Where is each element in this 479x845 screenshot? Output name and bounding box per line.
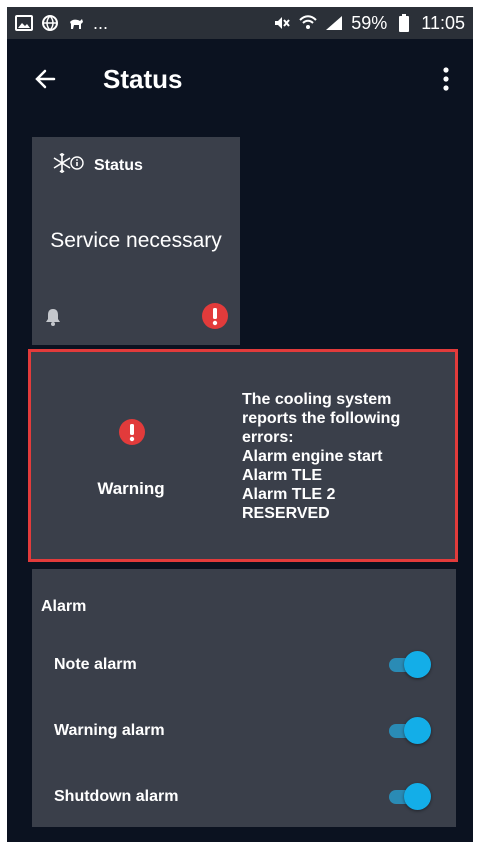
- overflow-menu-button[interactable]: [431, 59, 461, 99]
- warning-alert-icon: [118, 418, 146, 451]
- warning-line: RESERVED: [242, 505, 330, 522]
- clock: 11:05: [421, 12, 465, 33]
- page-title: Status: [103, 63, 183, 94]
- alarm-row-label: Note alarm: [54, 656, 137, 673]
- snowflake-info-icon: [52, 151, 86, 180]
- wifi-globe-icon: [41, 14, 59, 32]
- battery-icon: [395, 14, 413, 32]
- status-bar-ellipsis: ...: [93, 12, 109, 33]
- warning-line: The cooling system: [242, 391, 392, 408]
- warning-panel: Warning The cooling system reports the f…: [28, 349, 458, 562]
- bell-icon: [45, 308, 61, 331]
- warning-line: Alarm engine start: [242, 448, 383, 465]
- note-alarm-toggle[interactable]: [389, 651, 431, 679]
- alarm-section: Alarm Note alarm Warning alarm Shutdown …: [32, 569, 456, 827]
- app-bar: Status: [7, 39, 473, 119]
- back-arrow-icon: [35, 69, 56, 89]
- alarm-row-label: Shutdown alarm: [54, 788, 179, 805]
- toggle-thumb: [404, 651, 431, 678]
- alarm-row-shutdown: Shutdown alarm: [32, 777, 456, 817]
- warning-line: Alarm TLE: [242, 467, 323, 484]
- warning-alarm-toggle[interactable]: [389, 717, 431, 745]
- app-screen: ... 59% 11:05 Status Status Service nece…: [7, 7, 473, 842]
- signal-icon: [325, 14, 343, 32]
- warning-line: Alarm TLE 2: [242, 486, 336, 503]
- back-button[interactable]: [25, 59, 65, 99]
- alarm-row-note: Note alarm: [32, 645, 456, 685]
- warning-indicator: Warning: [31, 352, 231, 559]
- alarm-row-warning: Warning alarm: [32, 711, 456, 751]
- status-card-message: Service necessary: [50, 229, 222, 252]
- mute-icon: [273, 14, 291, 32]
- status-bar-left: ...: [15, 13, 108, 34]
- status-card-title: Status: [94, 156, 143, 174]
- alert-icon: [201, 302, 229, 335]
- shutdown-alarm-toggle[interactable]: [389, 783, 431, 811]
- animal-icon: [67, 14, 85, 32]
- toggle-thumb: [404, 783, 431, 810]
- status-bar: ... 59% 11:05: [7, 7, 473, 39]
- warning-line: reports the following: [242, 410, 401, 427]
- more-vert-icon: [443, 67, 449, 91]
- warning-message: The cooling system reports the following…: [242, 390, 452, 523]
- toggle-thumb: [404, 717, 431, 744]
- warning-label: Warning: [97, 479, 165, 498]
- alarm-row-label: Warning alarm: [54, 722, 165, 739]
- alarm-section-title: Alarm: [41, 598, 87, 615]
- image-icon: [15, 14, 33, 32]
- warning-line: errors:: [242, 429, 294, 446]
- battery-percent: 59%: [351, 12, 388, 33]
- status-card-header: Status: [52, 151, 143, 180]
- status-bar-right: 59% 11:05: [273, 13, 465, 34]
- wifi-icon: [299, 14, 317, 32]
- status-card[interactable]: Status Service necessary: [32, 137, 240, 345]
